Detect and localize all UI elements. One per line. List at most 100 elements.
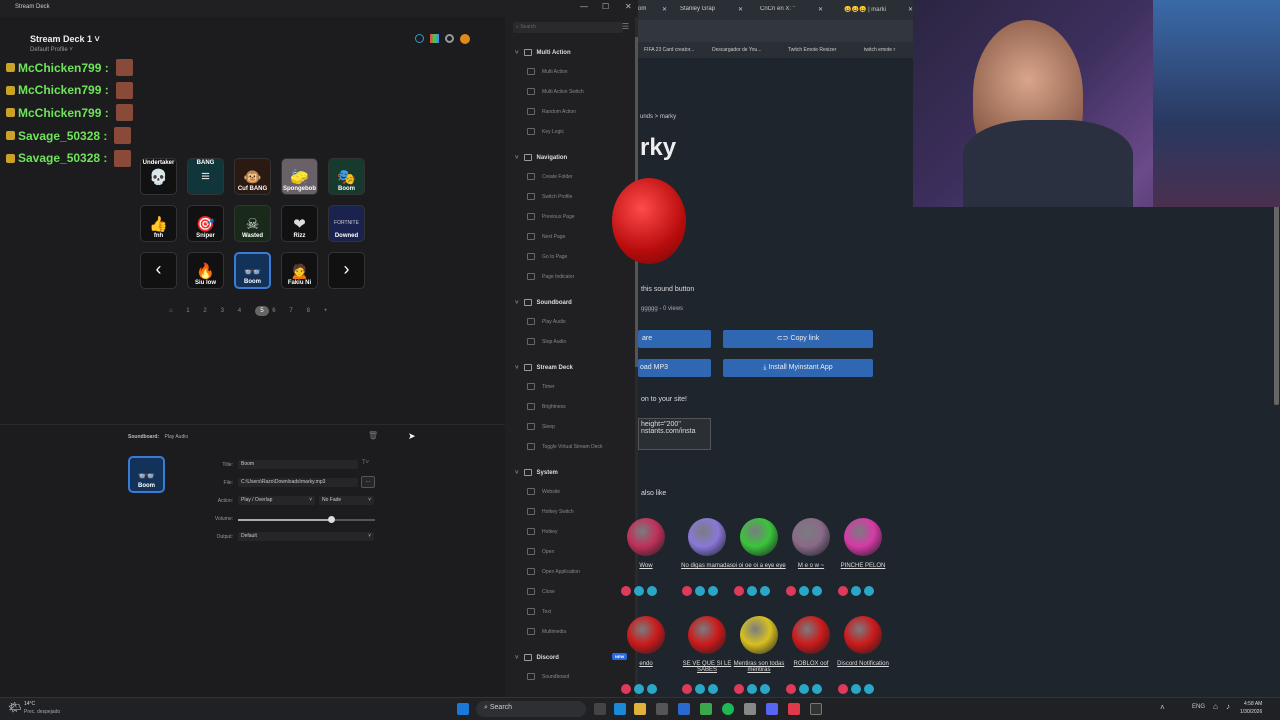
store-icon[interactable]: [430, 34, 439, 43]
maximize-icon[interactable]: ☐: [602, 2, 609, 11]
action-item[interactable]: Open: [527, 548, 554, 555]
browse-button[interactable]: ...: [361, 476, 375, 488]
page-dot[interactable]: 3: [221, 308, 224, 314]
heart-icon[interactable]: [734, 684, 744, 694]
spotify-icon[interactable]: [722, 703, 734, 715]
embed-code-textarea[interactable]: height="200" nstants.com/insta: [638, 418, 711, 450]
share-icon[interactable]: [760, 684, 770, 694]
next-page-key[interactable]: ›: [328, 252, 365, 289]
action-key[interactable]: 🐵 Cuf BANG: [234, 158, 271, 195]
action-item[interactable]: Toggle Virtual Stream Deck: [527, 443, 603, 450]
category-discord[interactable]: ˅ Discord NEW: [515, 653, 628, 661]
sound-label[interactable]: endo: [616, 661, 676, 667]
page-scrollbar[interactable]: [1274, 205, 1279, 405]
share-icon[interactable]: [708, 586, 718, 596]
action-item[interactable]: Soundboard: [527, 673, 569, 680]
sound-button[interactable]: [844, 616, 882, 654]
share-icon[interactable]: [864, 684, 874, 694]
download-mp3-button[interactable]: oad MP3: [638, 359, 711, 377]
sound-button[interactable]: [740, 518, 778, 556]
page-dot[interactable]: 2: [203, 308, 206, 314]
install-app-button[interactable]: ⤓ Install Myinstant App: [723, 359, 873, 377]
browser-tab[interactable]: 😀😀😀 | marki: [844, 6, 914, 13]
volume-icon[interactable]: ♪: [1226, 702, 1230, 711]
minimize-icon[interactable]: —: [580, 2, 588, 11]
sound-label[interactable]: PINCHE PELON: [833, 563, 893, 569]
sound-button[interactable]: [688, 518, 726, 556]
link-icon[interactable]: [799, 586, 809, 596]
heart-icon[interactable]: [786, 586, 796, 596]
heart-icon[interactable]: [786, 684, 796, 694]
trash-icon[interactable]: 🗑: [368, 431, 378, 440]
share-icon[interactable]: [812, 684, 822, 694]
action-item[interactable]: Multi Action Switch: [527, 88, 584, 95]
windows-start-icon[interactable]: [457, 703, 469, 715]
profile-selector[interactable]: Default Profile ˅: [30, 47, 73, 53]
link-icon[interactable]: [634, 684, 644, 694]
bookmark-item[interactable]: FIFA 23 Card creator...: [644, 47, 694, 53]
music-icon[interactable]: [788, 703, 800, 715]
action-item[interactable]: Create Folder: [527, 173, 573, 180]
sound-label[interactable]: SE VE QUE SI LE SABES: [677, 661, 737, 673]
action-item[interactable]: Timer: [527, 383, 555, 390]
page-dot[interactable]: 7: [289, 308, 292, 314]
sound-label[interactable]: oi oi oe oi a eye eye: [729, 563, 789, 569]
action-key[interactable]: 🎭 Boom: [328, 158, 365, 195]
action-key[interactable]: ☠ Wasted: [234, 205, 271, 242]
page-dot[interactable]: 8: [307, 308, 310, 314]
copy-link-button[interactable]: ⊂⊃ Copy link: [723, 330, 873, 348]
heart-icon[interactable]: [734, 586, 744, 596]
bell-icon[interactable]: [415, 34, 424, 43]
sound-button[interactable]: [627, 616, 665, 654]
share-button[interactable]: are: [638, 330, 711, 348]
action-item[interactable]: Random Action: [527, 108, 576, 115]
volume-slider[interactable]: [238, 516, 375, 523]
link-icon[interactable]: [634, 586, 644, 596]
language-indicator[interactable]: ENG: [1192, 704, 1205, 710]
page-dot[interactable]: 1: [186, 308, 189, 314]
sound-button[interactable]: [612, 178, 686, 264]
action-item[interactable]: Sleep: [527, 423, 555, 430]
action-item[interactable]: Previous Page: [527, 213, 575, 220]
taskbar-search[interactable]: ⌕ Search: [476, 701, 586, 717]
action-item[interactable]: Go to Page: [527, 253, 567, 260]
share-icon[interactable]: [760, 586, 770, 596]
action-item[interactable]: Close: [527, 588, 555, 595]
link-icon[interactable]: [695, 586, 705, 596]
link-icon[interactable]: [799, 684, 809, 694]
link-icon[interactable]: [695, 684, 705, 694]
category-system[interactable]: ˅ System: [515, 469, 558, 476]
discord-icon[interactable]: [766, 703, 778, 715]
sound-label[interactable]: No digas mamadas: [677, 563, 737, 569]
preview-key[interactable]: 👓 Boom: [128, 456, 165, 493]
list-view-icon[interactable]: ☰: [622, 22, 629, 31]
link-icon[interactable]: [851, 684, 861, 694]
action-key[interactable]: 💀 Undertaker: [140, 158, 177, 195]
sound-button[interactable]: [792, 616, 830, 654]
sound-button[interactable]: [627, 518, 665, 556]
page-dot[interactable]: 4: [238, 308, 241, 314]
previous-page-key[interactable]: ‹: [140, 252, 177, 289]
action-key[interactable]: 👍 fnh: [140, 205, 177, 242]
action-key[interactable]: 👓 Boom: [234, 252, 271, 289]
sound-label[interactable]: Mentiras son todas mentiras: [729, 661, 789, 673]
stream-deck-icon[interactable]: [810, 703, 822, 715]
gear-icon[interactable]: [445, 34, 454, 43]
sound-button[interactable]: [844, 518, 882, 556]
action-item[interactable]: Key Logic: [527, 128, 564, 135]
action-key[interactable]: ≡ BANG: [187, 158, 224, 195]
category-stream-deck[interactable]: ˅ Stream Deck: [515, 364, 573, 371]
share-icon[interactable]: [647, 684, 657, 694]
avatar[interactable]: [460, 34, 470, 44]
action-item[interactable]: Text: [527, 608, 551, 615]
action-key[interactable]: 🧽 Spongebob: [281, 158, 318, 195]
action-item[interactable]: Page Indicator: [527, 273, 574, 280]
tab-close-icon[interactable]: ✕: [738, 6, 743, 13]
sound-button[interactable]: [792, 518, 830, 556]
add-page-button[interactable]: +: [324, 308, 328, 314]
mail-icon[interactable]: [678, 703, 690, 715]
heart-icon[interactable]: [621, 684, 631, 694]
browser-tab[interactable]: Stanley Grap: [680, 6, 744, 12]
action-item[interactable]: Multi Action: [527, 68, 568, 75]
action-key[interactable]: ❤ Rizz: [281, 205, 318, 242]
